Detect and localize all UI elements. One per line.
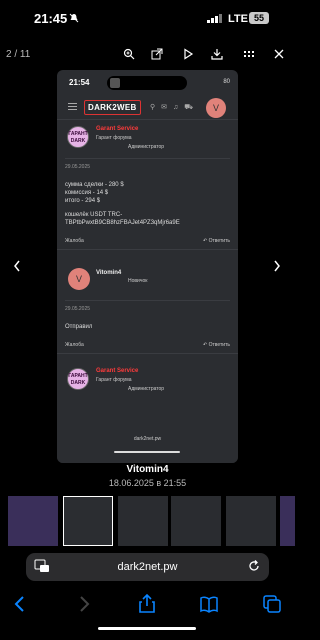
forum-post: ГАРАНТ DARK Garant Service Гарант форума… xyxy=(57,362,238,400)
share-icon[interactable] xyxy=(137,594,157,614)
attached-screenshot[interactable]: 21:54 80 DARK2WEB ⚲✉♫⛟ V ГАРАНТ DARK Gar… xyxy=(57,70,238,463)
forward-icon[interactable] xyxy=(74,594,94,614)
post-date: 29.05.2025 xyxy=(65,158,230,175)
inner-status-bar: 21:54 80 xyxy=(57,70,238,96)
post-author: Vitomin4 xyxy=(96,270,122,276)
user-avatar: V xyxy=(68,268,90,290)
inner-home-indicator xyxy=(114,451,180,453)
forum-header: DARK2WEB ⚲✉♫⛟ V xyxy=(57,96,238,120)
post-role: Гарант форума xyxy=(96,377,132,383)
reply-link: ↶ Ответить xyxy=(203,342,230,348)
post-group: Администратор xyxy=(128,386,165,392)
url-text: dark2net.pw xyxy=(117,561,178,573)
prev-image-arrow-icon[interactable] xyxy=(11,258,23,274)
inner-battery-icon: 80 xyxy=(223,79,230,85)
next-image-arrow-icon[interactable] xyxy=(271,258,283,274)
viewer-toolbar: 2 / 11 xyxy=(0,44,295,66)
inner-url-bar: dark2net.pw xyxy=(57,427,238,463)
home-indicator xyxy=(98,627,196,630)
garant-badge-icon: ГАРАНТ DARK xyxy=(67,126,89,148)
inner-time: 21:54 xyxy=(69,78,90,87)
open-external-icon[interactable] xyxy=(149,46,165,62)
status-bar: 21:45 LTE 55 xyxy=(0,0,295,40)
thumbnail-strip xyxy=(0,496,295,546)
back-icon[interactable] xyxy=(10,594,30,614)
post-author: Garant Service xyxy=(96,126,139,132)
inner-url: dark2net.pw xyxy=(133,436,162,442)
browser-address-bar: dark2net.pw xyxy=(0,550,295,590)
forum-post: ГАРАНТ DARK Garant Service Гарант форума… xyxy=(57,120,238,250)
post-body: Отправил xyxy=(65,324,93,330)
download-icon[interactable] xyxy=(209,46,225,62)
zoom-icon[interactable] xyxy=(121,46,137,62)
header-icons: ⚲✉♫⛟ xyxy=(150,104,200,111)
post-group: Новичок xyxy=(128,278,148,284)
post-author: Garant Service xyxy=(96,368,139,374)
network-label: LTE xyxy=(228,13,248,25)
garant-badge-icon: ГАРАНТ DARK xyxy=(67,368,89,390)
forum-post: V Vitomin4 Новичок 29.05.2025 Отправил Ж… xyxy=(57,258,238,354)
reply-link: ↶ Ответить xyxy=(203,238,230,244)
thumbnail[interactable] xyxy=(8,496,58,546)
report-link: Жалоба xyxy=(65,238,84,244)
browser-toolbar xyxy=(0,590,295,620)
post-role: Гарант форума xyxy=(96,135,132,141)
post-body: сумма сделки - 280 $ комиссия - 14 $ ито… xyxy=(65,182,180,226)
bookmarks-icon[interactable] xyxy=(199,594,219,614)
close-icon[interactable] xyxy=(271,46,287,62)
bell-slash-icon xyxy=(69,13,79,23)
menu-icon xyxy=(68,103,77,110)
thumbnail[interactable] xyxy=(171,496,221,546)
reload-icon[interactable] xyxy=(247,559,261,573)
report-link: Жалоба xyxy=(65,342,84,348)
dynamic-island xyxy=(107,76,187,90)
sender-name: Vitomin4 xyxy=(126,464,169,475)
post-date: 29.05.2025 xyxy=(65,300,230,317)
grid-icon[interactable] xyxy=(241,46,257,62)
signal-icon xyxy=(207,14,222,23)
status-time: 21:45 xyxy=(34,11,68,26)
url-field[interactable]: dark2net.pw xyxy=(26,553,269,581)
thumbnail[interactable] xyxy=(226,496,276,546)
thumbnail[interactable] xyxy=(280,496,295,546)
header-avatar: V xyxy=(206,98,226,118)
battery-icon: 55 xyxy=(249,12,269,24)
image-counter: 2 / 11 xyxy=(6,49,31,60)
play-icon[interactable] xyxy=(180,46,196,62)
tabs-icon[interactable] xyxy=(262,594,282,614)
site-logo: DARK2WEB xyxy=(84,100,141,115)
post-group: Администратор xyxy=(128,144,165,150)
thumbnail-selected[interactable] xyxy=(63,496,113,546)
thumbnail[interactable] xyxy=(118,496,168,546)
sent-date: 18.06.2025 в 21:55 xyxy=(108,478,187,488)
